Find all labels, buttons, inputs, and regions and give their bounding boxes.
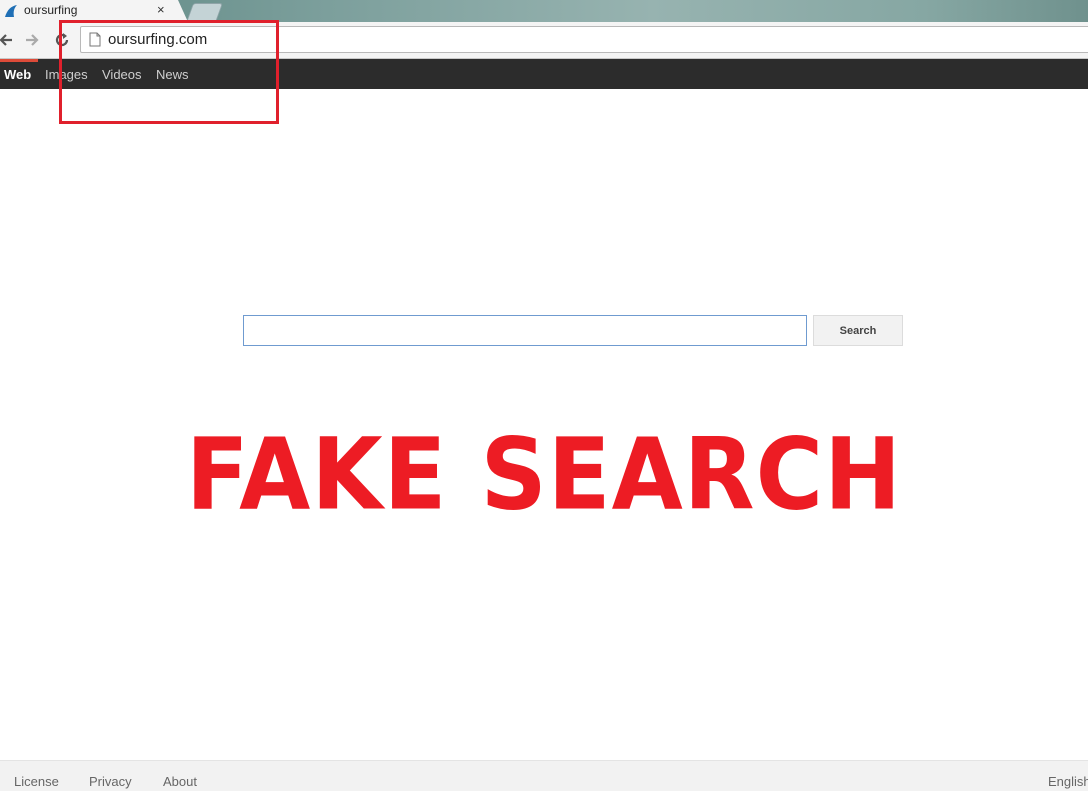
reload-button[interactable] xyxy=(52,30,72,50)
footer-language-link[interactable]: English xyxy=(1048,774,1088,789)
address-bar[interactable]: oursurfing.com xyxy=(80,26,1088,53)
site-nav-bar: Web Images Videos News xyxy=(0,59,1088,89)
page-icon xyxy=(89,32,101,47)
page-footer: License Privacy About English xyxy=(0,760,1088,791)
nav-web[interactable]: Web xyxy=(4,67,31,82)
search-button[interactable]: Search xyxy=(813,315,903,346)
search-input[interactable] xyxy=(243,315,807,346)
footer-license-link[interactable]: License xyxy=(14,774,59,789)
close-icon[interactable]: × xyxy=(157,2,165,18)
nav-news[interactable]: News xyxy=(156,67,189,82)
back-arrow-icon xyxy=(0,34,12,46)
url-text: oursurfing.com xyxy=(108,31,208,48)
browser-tab[interactable]: oursurfing × xyxy=(0,0,188,22)
fake-search-overlay-label: FAKE SEARCH xyxy=(185,416,903,533)
new-tab-button[interactable] xyxy=(186,3,224,20)
forward-button[interactable] xyxy=(22,30,42,50)
shark-fin-icon xyxy=(5,5,17,17)
nav-videos[interactable]: Videos xyxy=(102,67,142,82)
browser-toolbar: oursurfing.com xyxy=(0,22,1088,59)
tab-title: oursurfing xyxy=(24,3,78,17)
back-button[interactable] xyxy=(0,30,16,50)
browser-tab-strip: oursurfing × xyxy=(0,0,1088,22)
reload-icon xyxy=(55,33,69,47)
footer-privacy-link[interactable]: Privacy xyxy=(89,774,132,789)
footer-about-link[interactable]: About xyxy=(163,774,197,789)
forward-arrow-icon xyxy=(26,34,39,46)
active-tab-indicator xyxy=(0,59,38,62)
nav-images[interactable]: Images xyxy=(45,67,88,82)
